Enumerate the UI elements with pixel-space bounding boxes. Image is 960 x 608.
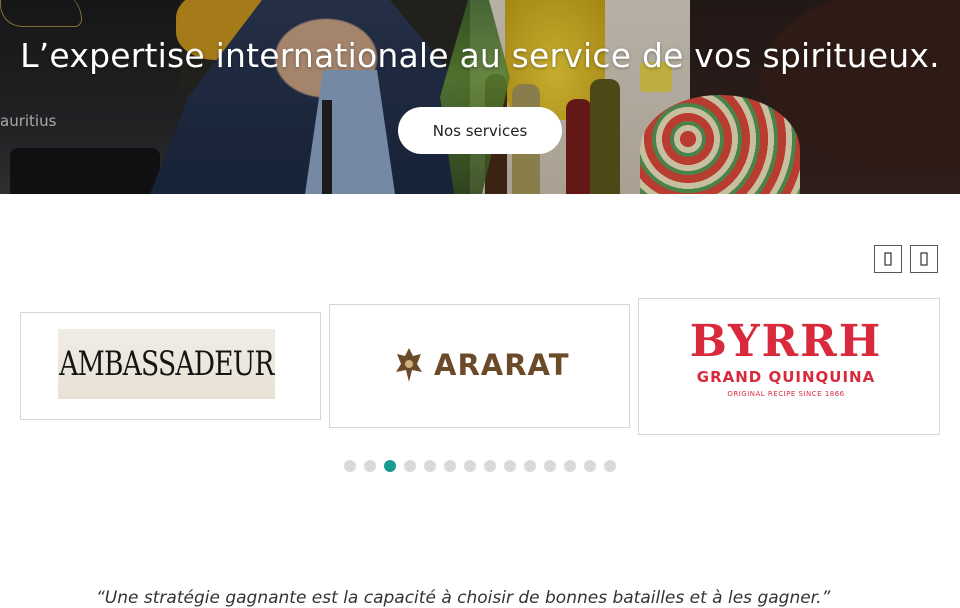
carousel-dot-10[interactable]: [524, 460, 536, 472]
ararat-logo-text: ARARAT: [434, 348, 570, 382]
carousel-dot-4[interactable]: [404, 460, 416, 472]
ararat-emblem-icon: [396, 348, 422, 382]
carousel-dot-7[interactable]: [464, 460, 476, 472]
carousel-pagination: [344, 460, 616, 472]
carousel-dot-1[interactable]: [344, 460, 356, 472]
carousel-dot-5[interactable]: [424, 460, 436, 472]
ararat-logo: ARARAT: [394, 345, 570, 385]
carousel-prev-button[interactable]: [874, 245, 902, 273]
hero-overlay: [0, 0, 960, 194]
services-button[interactable]: Nos services: [398, 107, 562, 154]
carousel-dot-3[interactable]: [384, 460, 396, 472]
quote-text: “Une stratégie gagnante est la capacité …: [96, 588, 831, 608]
carousel-dot-2[interactable]: [364, 460, 376, 472]
carousel-dot-13[interactable]: [584, 460, 596, 472]
ambassadeur-logo: AMBASSADEUR: [58, 329, 275, 399]
carousel-dot-11[interactable]: [544, 460, 556, 472]
carousel-dot-6[interactable]: [444, 460, 456, 472]
byrrh-tagline: ORIGINAL RECIPE SINCE 1866: [727, 390, 845, 398]
chevron-left-icon: [884, 252, 892, 266]
byrrh-logo: BYRRH GRAND QUINQUINA ORIGINAL RECIPE SI…: [680, 316, 892, 399]
byrrh-subtitle: GRAND QUINQUINA: [696, 368, 876, 386]
hero-title: L’expertise internationale au service de…: [20, 36, 940, 75]
hero-banner: auritius L’expertise internationale au s…: [0, 0, 960, 194]
carousel-next-button[interactable]: [910, 245, 938, 273]
carousel-dot-12[interactable]: [564, 460, 576, 472]
carousel-dot-14[interactable]: [604, 460, 616, 472]
ambassadeur-logo-text: AMBASSADEUR: [59, 344, 274, 384]
carousel-dot-8[interactable]: [484, 460, 496, 472]
byrrh-logo-text: BYRRH: [689, 316, 883, 367]
chevron-right-icon: [920, 252, 928, 266]
carousel-dot-9[interactable]: [504, 460, 516, 472]
